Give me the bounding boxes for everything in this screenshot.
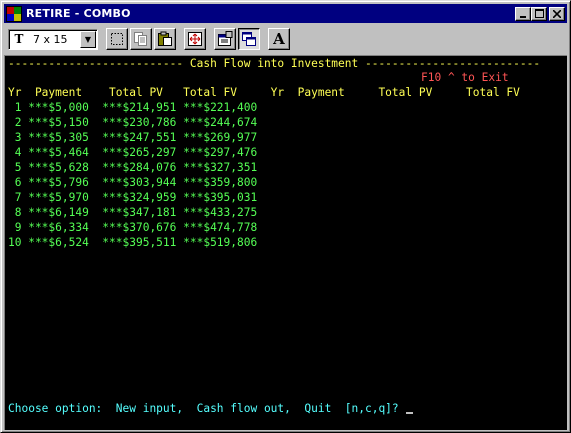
close-icon <box>553 9 561 18</box>
table-row: 9 ***$6,334 ***$370,676 ***$474,778 <box>8 221 258 234</box>
table-row: 5 ***$5,628 ***$284,076 ***$327,351 <box>8 161 258 174</box>
paste-button[interactable] <box>154 28 176 50</box>
table-row: 8 ***$6,149 ***$347,181 ***$433,275 <box>8 206 258 219</box>
fullscreen-button[interactable] <box>184 28 206 50</box>
minimize-icon <box>520 15 526 18</box>
toolbar: T 7 x 15 ▼ A <box>4 25 567 53</box>
paste-icon <box>158 31 172 46</box>
properties-button[interactable] <box>214 28 236 50</box>
exit-hint: F10 ^ to Exit <box>421 71 509 84</box>
copy-button[interactable] <box>130 28 152 50</box>
font-icon: A <box>273 30 285 48</box>
background-icon <box>242 32 256 46</box>
table-row: 2 ***$5,150 ***$230,786 ***$244,674 <box>8 116 258 129</box>
maximize-icon <box>534 9 544 18</box>
font-size-value: 7 x 15 <box>33 32 68 46</box>
table-row: 4 ***$5,464 ***$265,297 ***$297,476 <box>8 146 258 159</box>
prompt-line: Choose option: New input, Cash flow out,… <box>8 401 414 416</box>
close-button[interactable] <box>549 6 565 21</box>
msdos-app-icon[interactable] <box>6 5 22 22</box>
fullscreen-icon <box>188 32 202 46</box>
truetype-icon: T <box>14 32 24 46</box>
mark-button[interactable] <box>106 28 128 50</box>
header-line: -------------------------- Cash Flow int… <box>8 57 541 70</box>
copy-icon <box>134 32 147 46</box>
minimize-button[interactable] <box>515 6 531 21</box>
font-size-select[interactable]: T 7 x 15 ▼ <box>8 28 98 50</box>
text-cursor <box>406 412 414 414</box>
table-row: 6 ***$5,796 ***$303,944 ***$359,800 <box>8 176 258 189</box>
title-bar[interactable]: RETIRE - COMBO <box>4 4 567 23</box>
table-row: 1 ***$5,000 ***$214,951 ***$221,400 <box>8 101 258 114</box>
table-row: 3 ***$5,305 ***$247,551 ***$269,977 <box>8 131 258 144</box>
font-button[interactable]: A <box>268 28 290 50</box>
background-button[interactable] <box>238 28 260 50</box>
chevron-down-icon[interactable]: ▼ <box>80 30 96 48</box>
table-row: 7 ***$5,970 ***$324,959 ***$395,031 <box>8 191 258 204</box>
console-screen[interactable]: -------------------------- Cash Flow int… <box>4 55 567 430</box>
maximize-button[interactable] <box>531 6 547 21</box>
window-title: RETIRE - COMBO <box>26 7 131 20</box>
table-row: 10 ***$6,524 ***$395,511 ***$519,806 <box>8 236 258 249</box>
properties-icon <box>218 31 233 46</box>
column-headers: Yr Payment Total PV Total FV Yr Payment … <box>8 86 520 99</box>
dos-window: RETIRE - COMBO T 7 x 15 ▼ A ------------… <box>0 0 571 433</box>
prompt-text: Choose option: New input, Cash flow out,… <box>8 402 399 415</box>
mark-icon <box>111 33 123 45</box>
